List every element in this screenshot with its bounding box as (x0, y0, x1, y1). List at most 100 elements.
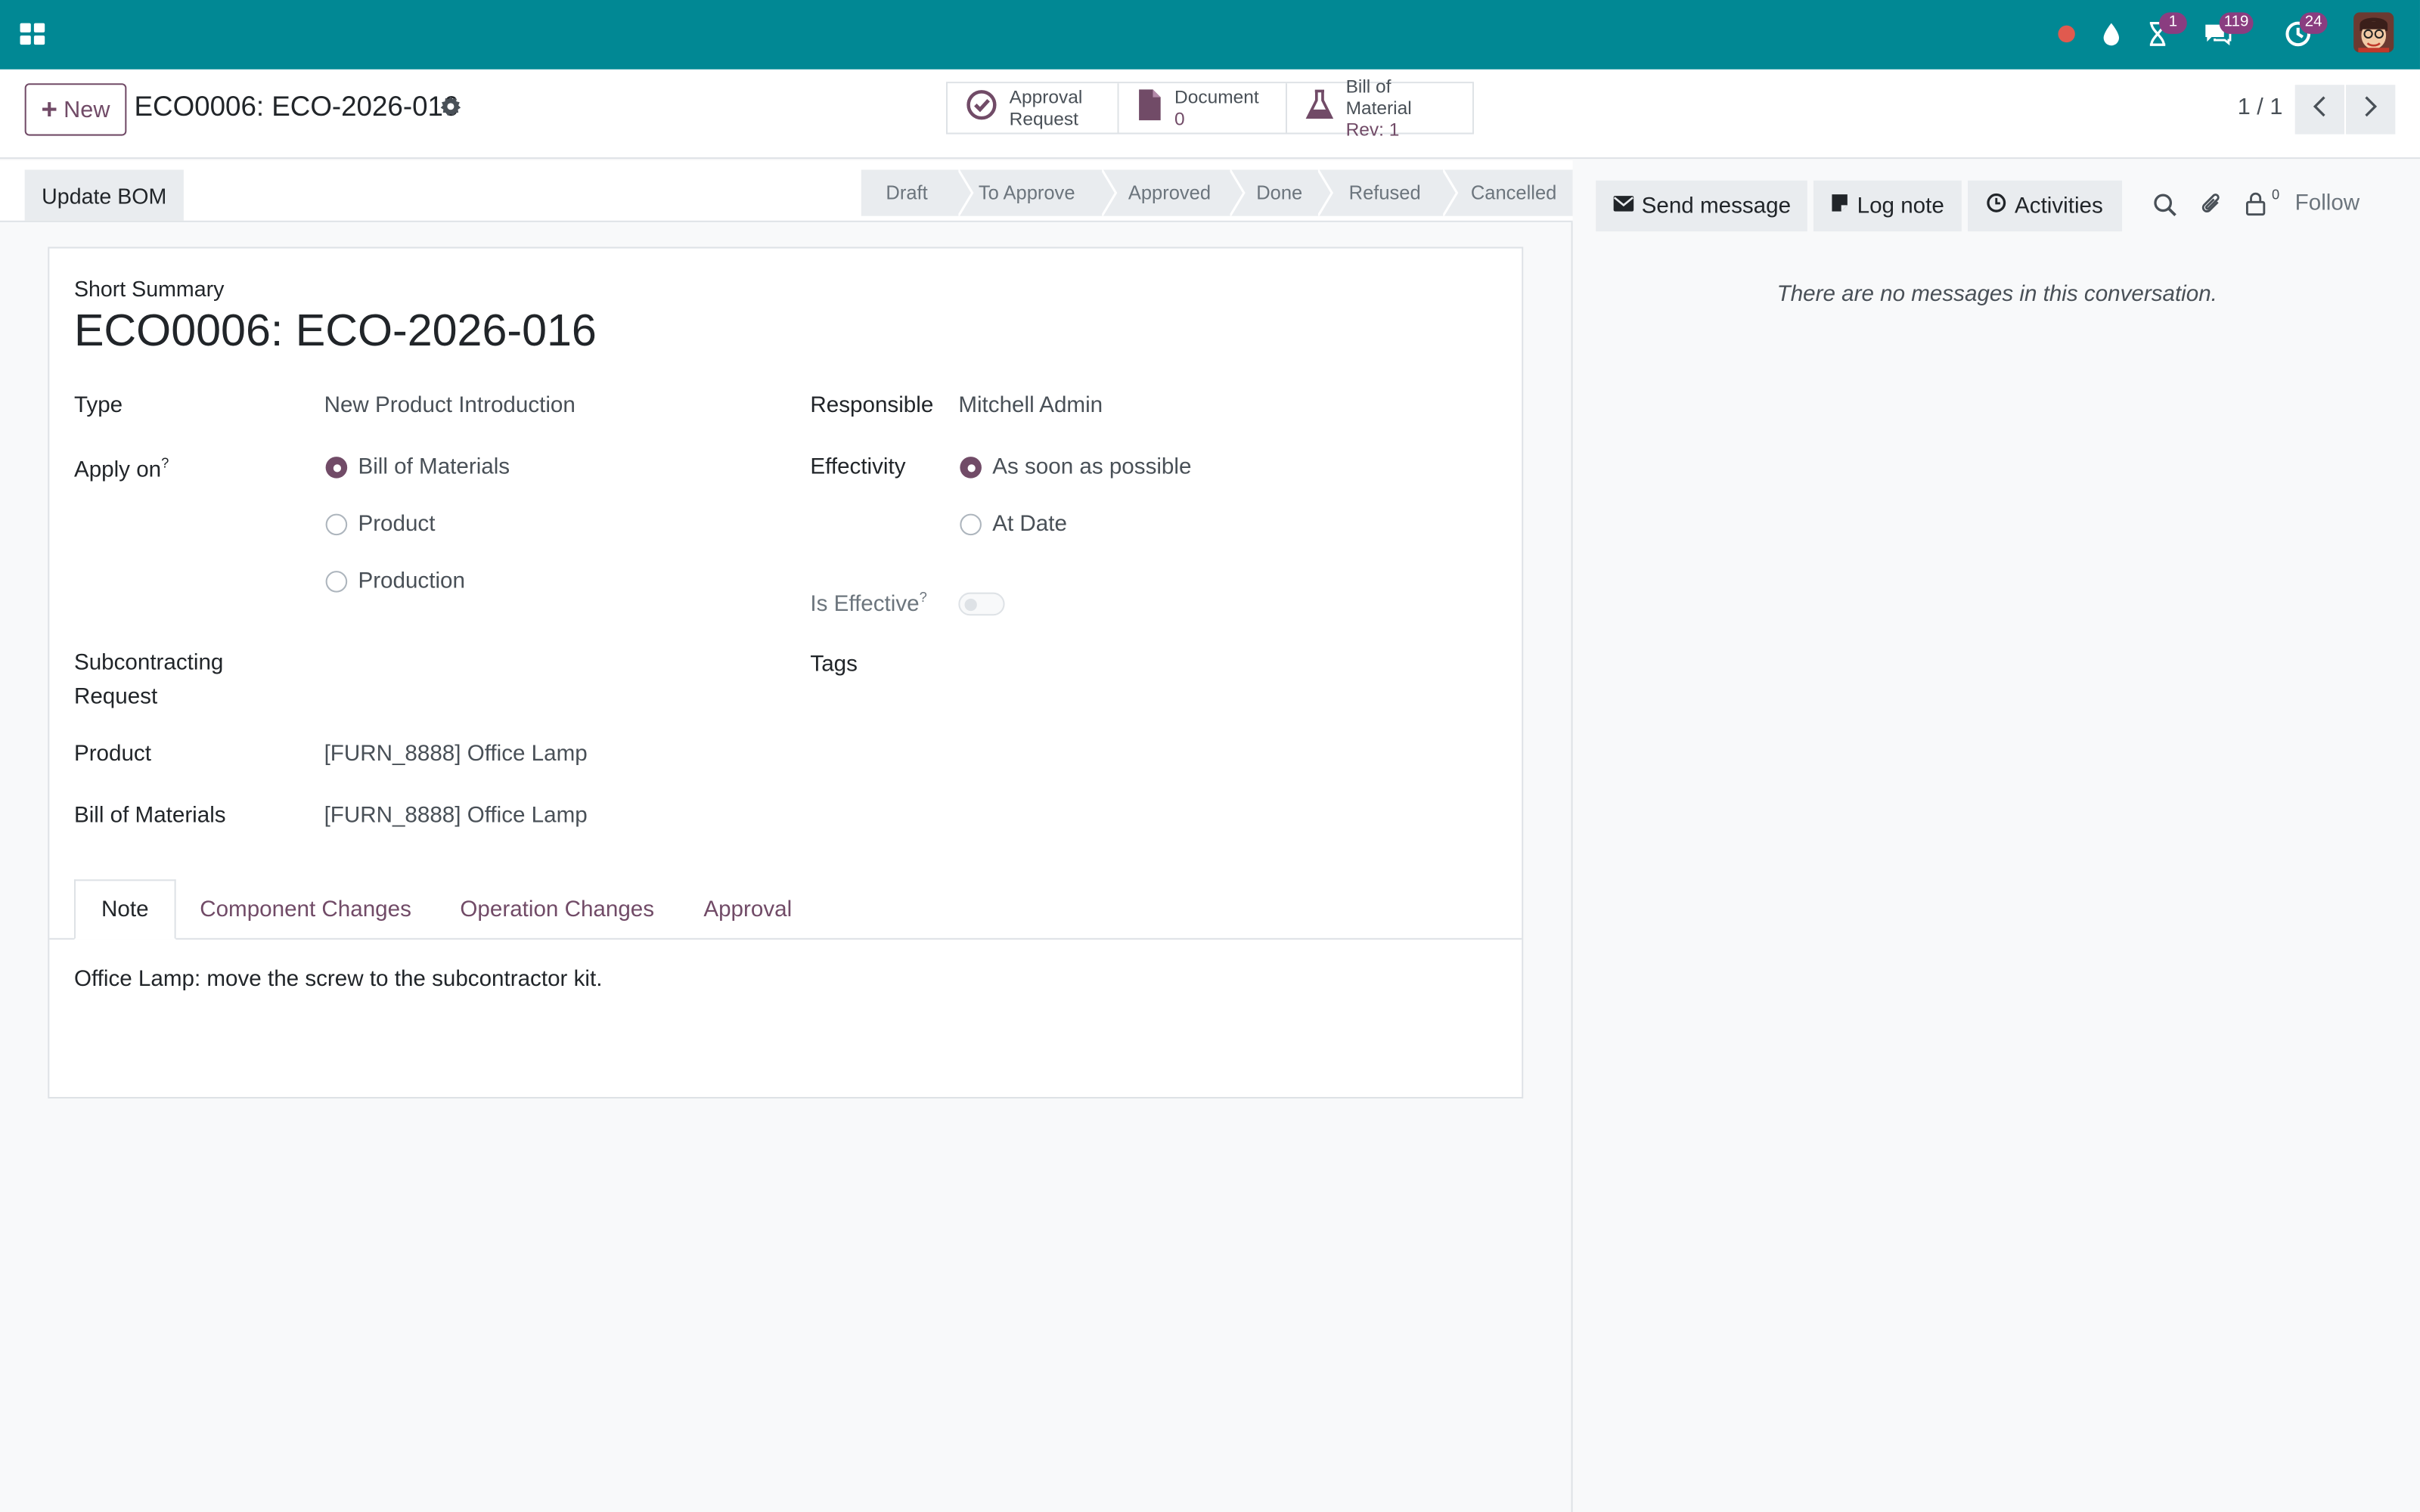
pager-next-button[interactable] (2346, 85, 2396, 135)
file-icon (1137, 87, 1162, 129)
control-panel: + New ECO0006: ECO-2026-016 Approval Req… (0, 69, 2420, 160)
follow-button[interactable]: Follow (2295, 191, 2360, 216)
messages-badge: 119 (2219, 12, 2254, 34)
is-effective-toggle[interactable] (958, 592, 1005, 616)
stage-to-approve[interactable]: To Approve (961, 169, 1118, 216)
apply-on-help-icon[interactable]: ? (161, 455, 169, 470)
apply-on-production-radio[interactable] (325, 571, 348, 593)
document-button[interactable]: Document 0 (1118, 83, 1288, 133)
clock-icon[interactable]: 24 (2279, 12, 2328, 52)
stage-cancelled[interactable]: Cancelled (1446, 169, 1572, 215)
log-note-label: Log note (1857, 194, 1944, 218)
apply-on-label: Apply on? (74, 455, 169, 482)
apply-on-bom-radio[interactable] (325, 457, 348, 479)
activities-hourglass-icon[interactable]: 1 (2139, 12, 2187, 52)
tab-approval[interactable]: Approval (679, 879, 817, 940)
apply-on-label-text: Apply on (73, 457, 162, 483)
effectivity-asap-label[interactable]: As soon as possible (992, 455, 1191, 480)
effectivity-label: Effectivity (810, 455, 906, 480)
bom-label: Bill of Materials (73, 804, 226, 829)
sticky-note-icon (1831, 193, 1849, 219)
followers-count: 0 (2272, 186, 2280, 203)
effectivity-at-date-label[interactable]: At Date (992, 513, 1067, 538)
chevron-right-icon (2363, 95, 2378, 125)
check-circle-icon (966, 88, 997, 127)
bill-of-material-button[interactable]: Bill of Material Rev: 1 (1287, 76, 1472, 141)
is-effective-label: Is Effective? (810, 590, 926, 617)
stage-label: Cancelled (1470, 181, 1557, 204)
stage-done[interactable]: Done (1233, 169, 1333, 216)
messages-icon[interactable]: 119 (2199, 12, 2254, 52)
effectivity-at-date-radio[interactable] (960, 513, 982, 536)
chatter-panel: Send message Log note Activities 0 Follo… (1574, 160, 2420, 1512)
log-note-button[interactable]: Log note (1813, 180, 1962, 232)
envelope-icon (1612, 194, 1634, 218)
is-effective-help-icon[interactable]: ? (920, 590, 927, 605)
search-icon[interactable] (2153, 193, 2178, 225)
followers-lock-icon[interactable] (2245, 191, 2266, 224)
apply-on-product-label[interactable]: Product (358, 513, 435, 538)
new-button[interactable]: + New (24, 83, 127, 136)
tab-component-changes[interactable]: Component Changes (176, 879, 436, 940)
short-summary-label: Short Summary (73, 276, 225, 301)
activities-button[interactable]: Activities (1968, 180, 2123, 232)
type-label: Type (73, 393, 123, 419)
form-sheet: Short Summary ECO0006: ECO-2026-016 Type… (48, 246, 1524, 1099)
stage-label: Refused (1348, 181, 1421, 204)
clock-badge: 24 (2299, 12, 2328, 34)
is-effective-label-text: Is Effective (810, 592, 920, 617)
user-avatar[interactable] (2353, 12, 2394, 53)
new-button-label: New (64, 96, 110, 123)
document-count: 0 (1174, 107, 1185, 130)
update-bom-button[interactable]: Update BOM (24, 169, 184, 221)
approval-request-button[interactable]: Approval Request (948, 83, 1119, 133)
eco-title[interactable]: ECO0006: ECO-2026-016 (74, 307, 597, 358)
apply-on-bom-label[interactable]: Bill of Materials (358, 455, 510, 480)
gear-icon[interactable] (440, 96, 462, 125)
effectivity-asap-radio[interactable] (960, 457, 982, 479)
apply-on-product-radio[interactable] (325, 513, 348, 536)
stage-draft[interactable]: Draft (861, 169, 974, 216)
flask-icon (1305, 88, 1334, 127)
activities-label: Activities (2015, 194, 2103, 218)
send-message-label: Send message (1641, 194, 1792, 218)
stage-label: Done (1256, 181, 1303, 204)
product-label: Product (73, 742, 151, 767)
no-messages-text: There are no messages in this conversati… (1776, 282, 2217, 308)
tab-operation-changes[interactable]: Operation Changes (436, 879, 679, 940)
bill-of-material-line1: Bill of Material (1345, 75, 1412, 119)
bill-of-material-revision: Rev: 1 (1345, 119, 1400, 141)
top-navbar: 1 119 24 (0, 0, 2420, 70)
responsible-label: Responsible (810, 393, 934, 419)
subcontracting-request-label: Subcontracting Request (74, 646, 223, 714)
drop-icon[interactable] (2093, 15, 2130, 52)
pager-previous-button[interactable] (2294, 85, 2344, 135)
subcontracting-label-line1: Subcontracting (73, 651, 224, 676)
stage-pipeline: Draft To Approve Approved Done Refused C… (861, 169, 1573, 216)
approval-request-line1: Approval (1009, 86, 1083, 108)
activities-badge: 1 (2159, 12, 2187, 34)
paperclip-icon[interactable] (2199, 191, 2224, 225)
clock-icon (1987, 193, 2007, 219)
stage-label: To Approve (978, 181, 1075, 204)
note-text[interactable]: Office Lamp: move the screw to the subco… (74, 968, 602, 993)
plus-icon: + (41, 94, 58, 125)
recording-dot-icon[interactable] (2048, 15, 2085, 52)
apps-menu-icon[interactable] (18, 18, 49, 49)
subcontracting-label-line2: Request (73, 685, 158, 710)
apply-on-production-label[interactable]: Production (358, 569, 464, 594)
pager-value[interactable]: 1 / 1 (2238, 94, 2283, 120)
send-message-button[interactable]: Send message (1596, 180, 1807, 232)
responsible-field[interactable]: Mitchell Admin (958, 393, 1103, 418)
form-statusbar: Update BOM Draft To Approve Approved Don… (0, 160, 1573, 222)
stage-refused[interactable]: Refused (1321, 169, 1459, 216)
stage-label: Approved (1128, 181, 1212, 204)
tab-note[interactable]: Note (73, 879, 176, 940)
product-field[interactable]: [FURN_8888] Office Lamp (324, 742, 588, 767)
stage-approved[interactable]: Approved (1105, 169, 1246, 216)
type-field[interactable]: New Product Introduction (324, 393, 576, 418)
bom-field[interactable]: [FURN_8888] Office Lamp (324, 804, 588, 829)
document-line1: Document (1174, 86, 1259, 108)
chevron-left-icon (2312, 95, 2327, 125)
stage-label: Draft (886, 181, 928, 204)
